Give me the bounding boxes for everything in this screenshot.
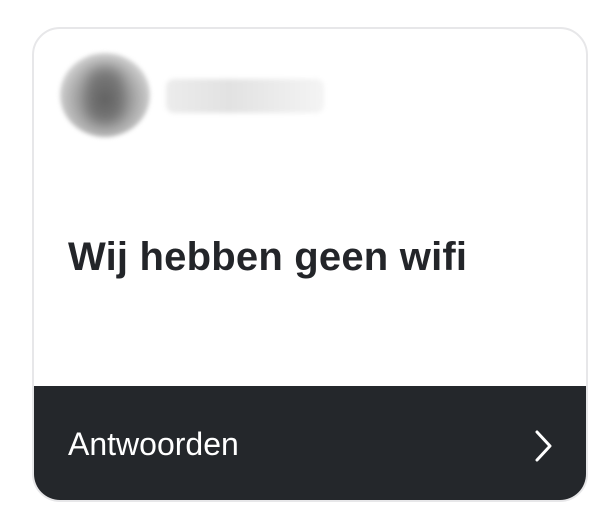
sender-name-blurred <box>166 79 324 113</box>
message-card: Wij hebben geen wifi Antwoorden <box>32 27 588 502</box>
reply-button[interactable]: Antwoorden <box>34 386 586 500</box>
avatar-silhouette <box>88 67 122 123</box>
chevron-right-icon <box>535 430 552 462</box>
reply-label: Antwoorden <box>68 426 239 462</box>
message-text: Wij hebben geen wifi <box>68 235 468 279</box>
sender-header <box>34 29 586 139</box>
avatar <box>60 53 150 137</box>
